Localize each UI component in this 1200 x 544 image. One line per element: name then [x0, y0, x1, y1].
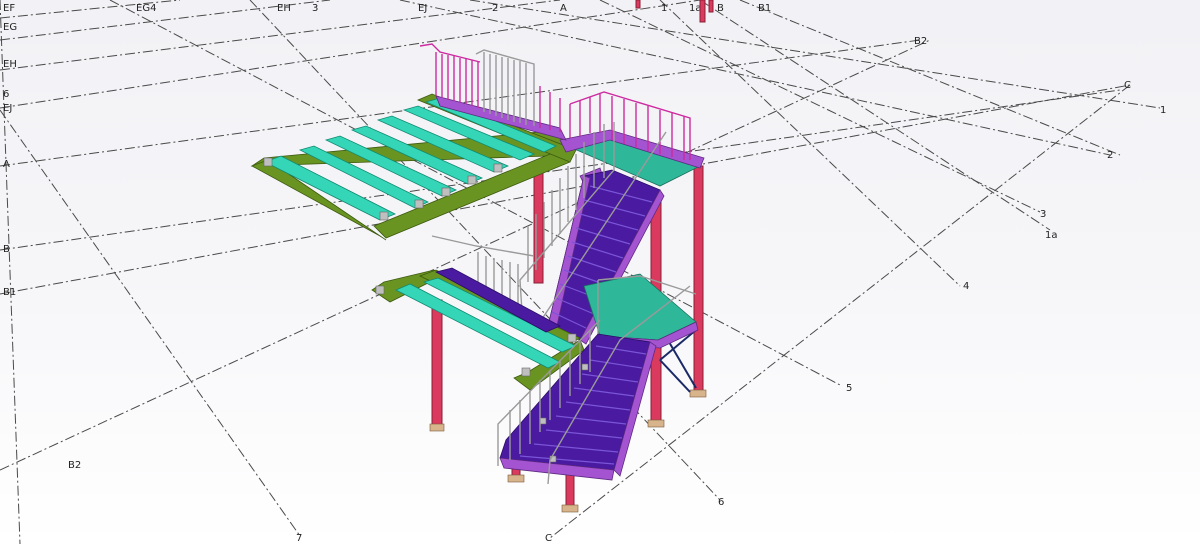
stair-tower-model[interactable] — [250, 43, 707, 513]
grid-label-b2-right: B2 — [914, 36, 927, 47]
grid-label-6-right: 6 — [718, 497, 724, 508]
grid-label-4-right: 4 — [963, 281, 969, 292]
grid-label-ef: EF — [3, 3, 15, 14]
grid-label-c-bottom: C — [545, 533, 552, 544]
distant-columns — [635, 0, 714, 23]
grid-label-2-right: 2 — [1107, 150, 1113, 161]
grid-label-ej: EJ — [3, 103, 12, 114]
grid-label-c-right: C — [1124, 80, 1131, 91]
grid-label-a-top: A — [560, 3, 567, 14]
model-viewport[interactable]: EF EG4 EH 3 EJ 2 A 1 1a B B1 EG EH 6 EJ … — [0, 0, 1200, 544]
grid-label-b-top: B — [717, 3, 724, 14]
grid-label-a-left: A — [3, 159, 10, 170]
grid-label-7: 7 — [296, 533, 302, 544]
grid-label-6-left: 6 — [3, 89, 9, 100]
grid-label-b1-top: B1 — [758, 3, 771, 14]
grid-labels-bottom: 7 C — [296, 533, 552, 544]
lower-stair-flight[interactable] — [499, 333, 657, 481]
grid-label-1-right: 1 — [1160, 105, 1166, 116]
grid-label-eh: EH — [3, 59, 17, 70]
column[interactable] — [693, 165, 704, 395]
lower-floor-framing[interactable] — [371, 267, 585, 391]
grid-label-b-left: B — [3, 244, 10, 255]
grid-label-eg: EG — [3, 22, 17, 33]
grid-label-1a-right: 1a — [1045, 230, 1058, 241]
grid-label-3-right: 3 — [1040, 209, 1046, 220]
grid-label-1-top: 1 — [661, 3, 667, 14]
model-canvas[interactable]: EF EG4 EH 3 EJ 2 A 1 1a B B1 EG EH 6 EJ … — [0, 0, 1200, 544]
grid-label-2-top: 2 — [492, 3, 498, 14]
column[interactable] — [431, 299, 443, 429]
upper-floor-framing[interactable] — [250, 93, 577, 241]
grid-label-eg4: EG4 — [136, 3, 156, 14]
grid-label-b2-left: B2 — [68, 460, 81, 471]
grid-label-b1-left: B1 — [3, 287, 16, 298]
grid-label-eh-top: EH — [277, 3, 291, 14]
grid-label-5-right: 5 — [846, 383, 852, 394]
grid-label-ej-top: EJ — [418, 3, 427, 14]
grid-label-3-top: 3 — [312, 3, 318, 14]
